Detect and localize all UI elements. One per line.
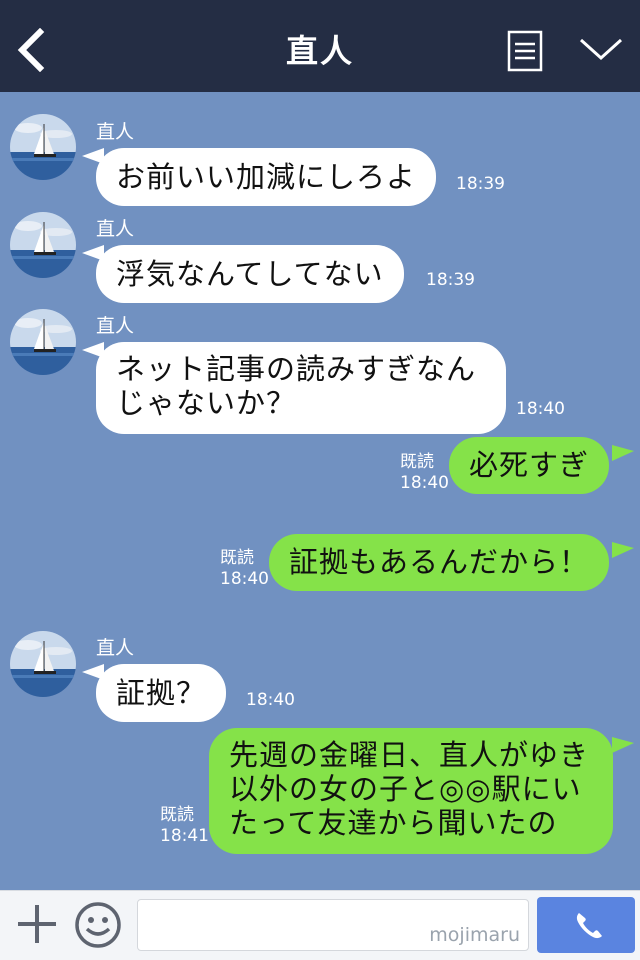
message-text: 必死すぎ: [469, 448, 590, 482]
message-text: 証拠？: [116, 676, 207, 710]
avatar[interactable]: [10, 309, 76, 375]
sailboat-icon: [10, 212, 76, 278]
message-text: お前いい加減にしろよ: [116, 160, 417, 194]
message-bubble[interactable]: お前いい加減にしろよ: [96, 148, 437, 206]
sailboat-icon: [10, 631, 76, 697]
chevron-down-icon[interactable]: [578, 34, 624, 64]
message-text: 浮気なんてしてない: [116, 257, 384, 291]
read-label: 既読: [160, 805, 194, 825]
sender-name: 直人: [96, 315, 135, 337]
message-input[interactable]: mojimaru: [137, 899, 529, 951]
message-bubble[interactable]: ネット記事の読みすぎなん じゃないか？: [96, 342, 506, 434]
read-label: 既読: [220, 548, 254, 568]
bubble-tail: [612, 737, 634, 753]
read-receipt: 既読 18:41: [160, 805, 209, 847]
avatar[interactable]: [10, 631, 76, 697]
sender-name: 直人: [96, 637, 135, 659]
read-label: 既読: [400, 452, 434, 472]
read-receipt: 既読 18:40: [220, 548, 269, 590]
bubble-tail: [612, 445, 634, 461]
message-composer: mojimaru: [0, 890, 640, 960]
message-text-line: ネット記事の読みすぎなん: [116, 352, 477, 386]
message-text-line: たって友達から聞いたの: [229, 806, 558, 840]
message-bubble[interactable]: 証拠もあるんだから！: [269, 534, 610, 591]
message-text-line: 以外の女の子と◎◎駅にい: [229, 772, 582, 806]
message-time: 18:39: [426, 270, 475, 290]
sailboat-icon: [10, 309, 76, 375]
message-time: 18:39: [456, 174, 505, 194]
message-time: 18:40: [220, 569, 269, 589]
page-title: 直人: [285, 32, 354, 70]
sender-name: 直人: [96, 121, 135, 143]
call-button[interactable]: [537, 897, 635, 953]
chat-header: 直人: [0, 0, 640, 92]
message-bubble[interactable]: 証拠？: [96, 664, 227, 722]
message-time: 18:41: [160, 826, 209, 846]
message-bubble[interactable]: 先週の金曜日、直人がゆき 以外の女の子と◎◎駅にい たって友達から聞いたの: [209, 728, 613, 854]
smiley-icon[interactable]: [74, 901, 122, 949]
message-text-line: 先週の金曜日、直人がゆき: [229, 738, 590, 772]
message-bubble[interactable]: 必死すぎ: [449, 437, 610, 494]
plus-icon[interactable]: [16, 903, 58, 945]
message-time: 18:40: [246, 690, 295, 710]
read-receipt: 既読 18:40: [400, 452, 449, 494]
message-time: 18:40: [516, 399, 565, 419]
message-text: 証拠もあるんだから！: [289, 545, 590, 579]
menu-list-icon[interactable]: [507, 30, 543, 72]
message-time: 18:40: [400, 473, 449, 493]
sailboat-icon: [10, 114, 76, 180]
avatar[interactable]: [10, 114, 76, 180]
message-text-line: じゃないか？: [116, 386, 297, 420]
watermark: mojimaru: [429, 924, 520, 946]
bubble-tail: [612, 542, 634, 558]
message-bubble[interactable]: 浮気なんてしてない: [96, 245, 404, 303]
phone-icon: [576, 913, 602, 939]
avatar[interactable]: [10, 212, 76, 278]
sender-name: 直人: [96, 218, 135, 240]
